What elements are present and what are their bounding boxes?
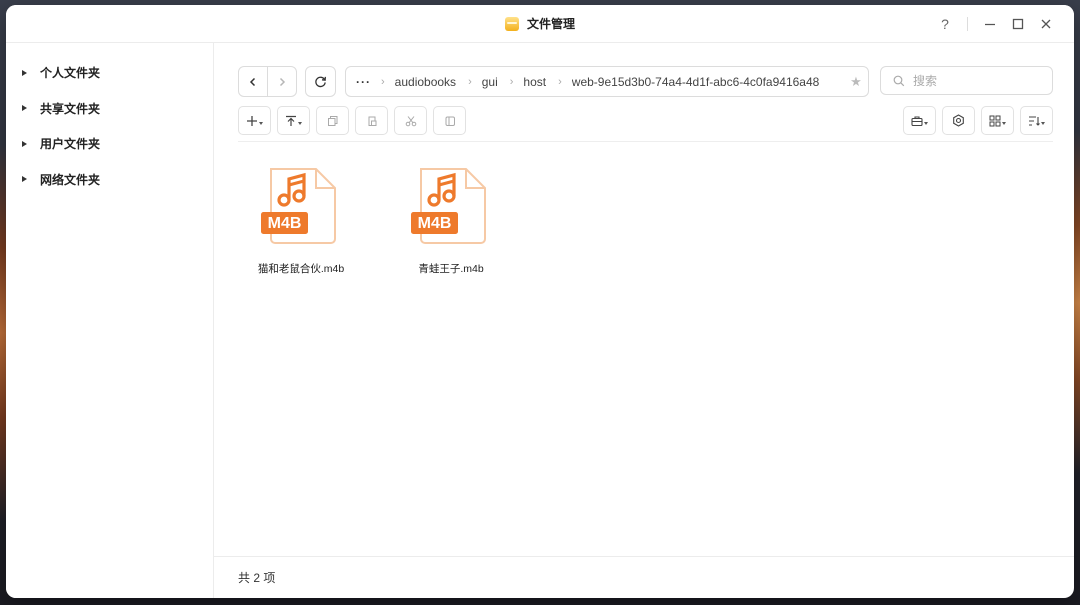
audio-file-icon: M4B <box>411 168 486 244</box>
maximize-icon <box>1012 18 1024 29</box>
main-panel: ··· › audiobooks › gui › host › web-9e15… <box>214 43 1074 598</box>
sort-button[interactable] <box>1020 106 1053 135</box>
controls-divider <box>967 16 968 31</box>
breadcrumb-separator-icon: › <box>381 75 385 88</box>
close-icon <box>1041 19 1051 28</box>
sidebar: 个人文件夹 共享文件夹 用户文件夹 网络文件夹 <box>6 43 214 598</box>
close-button[interactable] <box>1032 10 1060 38</box>
refresh-button[interactable] <box>305 66 336 97</box>
sort-icon <box>1029 115 1040 126</box>
expand-caret-icon[interactable] <box>22 69 27 76</box>
window-controls: ? <box>931 5 1060 42</box>
favorite-star-icon[interactable]: ★ <box>844 74 868 90</box>
sidebar-item-label: 用户文件夹 <box>40 137 101 152</box>
file-manager-app-icon <box>504 16 519 31</box>
file-name: 青蛙王子.m4b <box>418 263 484 275</box>
sidebar-item-shared[interactable]: 共享文件夹 <box>6 91 213 127</box>
back-button[interactable] <box>239 67 267 96</box>
upload-button[interactable] <box>277 106 310 135</box>
copy-icon <box>327 115 337 126</box>
gear-icon <box>953 114 964 127</box>
breadcrumb-separator-icon: › <box>509 75 514 88</box>
audio-file-icon: M4B <box>261 168 336 244</box>
expand-caret-icon[interactable] <box>22 105 27 112</box>
upload-icon <box>286 115 296 126</box>
file-manager-window: 文件管理 ? 个人文件夹 共享文件夹 用户文件夹 网络文件夹 ··· › aud… <box>6 5 1074 598</box>
sidebar-item-personal[interactable]: 个人文件夹 <box>6 55 213 91</box>
status-bar: 共 2 项 <box>214 556 1074 598</box>
breadcrumb-separator-icon: › <box>558 75 562 88</box>
history-nav <box>238 66 297 97</box>
sidebar-item-label: 共享文件夹 <box>40 101 101 116</box>
breadcrumb-more-button[interactable]: ··· <box>346 75 381 89</box>
breadcrumb-item-host[interactable]: host <box>523 75 558 89</box>
dropdown-arrow-icon <box>1041 122 1045 125</box>
toolbox-button[interactable] <box>903 106 936 135</box>
settings-button[interactable] <box>942 106 975 135</box>
search-input[interactable] <box>911 72 1045 89</box>
plus-icon <box>247 115 257 126</box>
item-count: 共 2 项 <box>238 571 276 585</box>
breadcrumb-item-audiobooks[interactable]: audiobooks <box>395 75 468 89</box>
scissors-icon <box>405 115 416 126</box>
help-button[interactable]: ? <box>931 10 959 38</box>
maximize-button[interactable] <box>1004 10 1032 38</box>
file-item[interactable]: M4B 青蛙王子.m4b <box>388 163 514 276</box>
search-icon <box>893 75 905 86</box>
dropdown-arrow-icon <box>1002 122 1006 125</box>
file-name: 猫和老鼠合伙.m4b <box>257 263 345 275</box>
chevron-right-icon <box>279 77 286 86</box>
copy-button[interactable] <box>316 106 349 135</box>
sidebar-item-network[interactable]: 网络文件夹 <box>6 162 213 198</box>
chevron-left-icon <box>249 77 256 86</box>
archive-icon <box>445 116 455 126</box>
file-item[interactable]: M4B 猫和老鼠合伙.m4b <box>238 163 364 276</box>
file-type-badge: M4B <box>268 215 302 232</box>
breadcrumb-separator-icon: › <box>468 75 472 88</box>
help-icon: ? <box>941 15 949 32</box>
cut-button[interactable] <box>394 106 427 135</box>
minimize-button[interactable] <box>976 10 1004 38</box>
new-button[interactable] <box>238 106 271 135</box>
file-type-badge: M4B <box>418 215 452 232</box>
expand-caret-icon[interactable] <box>22 140 27 147</box>
grid-view-icon <box>989 115 1001 126</box>
sidebar-item-label: 个人文件夹 <box>40 66 101 81</box>
paste-button[interactable] <box>355 106 388 135</box>
paste-icon <box>368 116 376 126</box>
expand-caret-icon[interactable] <box>22 176 27 183</box>
archive-button[interactable] <box>433 106 466 135</box>
toolbox-icon <box>911 115 923 126</box>
refresh-icon <box>315 76 326 88</box>
dropdown-arrow-icon <box>298 122 302 125</box>
breadcrumb-item-gui[interactable]: gui <box>482 75 510 89</box>
dropdown-arrow-icon <box>259 122 263 125</box>
view-mode-button[interactable] <box>981 106 1014 135</box>
breadcrumb-item-current[interactable]: web-9e15d3b0-74a4-4d1f-abc6-4c0fa9416a48 <box>572 75 844 89</box>
minimize-icon <box>985 23 995 25</box>
window-title: 文件管理 <box>526 17 575 31</box>
search-box <box>880 66 1053 95</box>
breadcrumb: ··· › audiobooks › gui › host › web-9e15… <box>345 66 869 97</box>
toolbar-divider <box>238 141 1053 142</box>
sidebar-item-users[interactable]: 用户文件夹 <box>6 126 213 162</box>
sidebar-item-label: 网络文件夹 <box>40 172 101 187</box>
title-bar: 文件管理 ? <box>6 5 1074 43</box>
forward-button[interactable] <box>267 67 296 96</box>
dropdown-arrow-icon <box>924 122 928 125</box>
